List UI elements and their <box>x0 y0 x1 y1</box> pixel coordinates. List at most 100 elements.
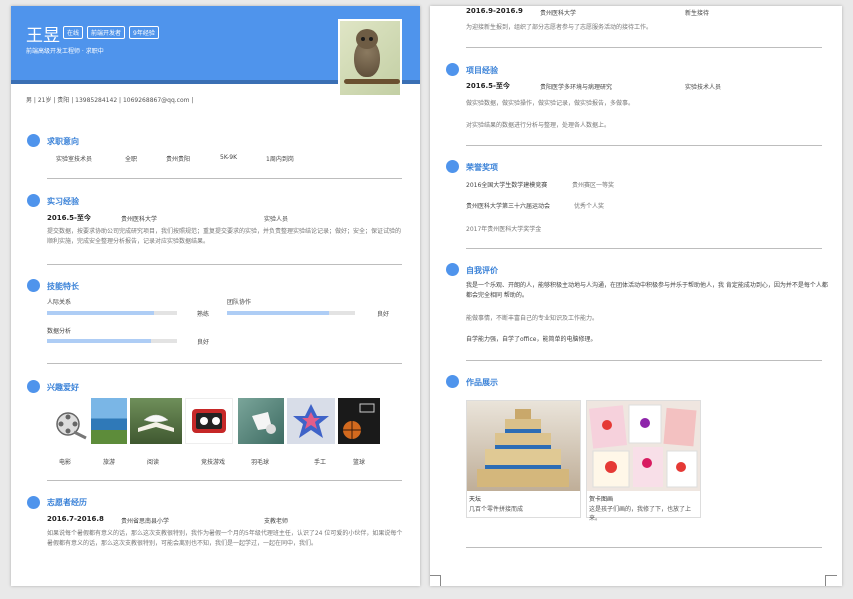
internship-org: 贵州医科大学 <box>121 216 158 223</box>
section-dot <box>27 279 40 292</box>
work-caption-desc: 几百个零件拼接而成 <box>469 506 524 513</box>
divider <box>466 248 822 249</box>
internship-period: 2016.5-至今 <box>47 214 91 222</box>
volunteer-cont-role: 新生接待 <box>685 10 710 17</box>
award-name: 贵州医科大学第三十六届运动会 <box>466 203 551 210</box>
shuttlecock-icon <box>238 398 284 444</box>
project-period: 2016.5-至今 <box>466 82 510 90</box>
skill-name: 数据分析 <box>47 328 72 335</box>
hobby-label: 竞技游戏 <box>201 459 226 466</box>
skill-level: 熟练 <box>197 311 210 318</box>
project-role: 实验技术人员 <box>685 84 722 91</box>
volunteer-desc: 如果说每个暑假都有意义的话，那么这次支教很特别，我作为暑假一个月的5年级代理班主… <box>47 530 403 547</box>
hobby-label: 手工 <box>314 459 327 466</box>
skill-bar-fill <box>47 339 151 343</box>
landscape-image <box>91 398 127 444</box>
owl-head-shape <box>356 29 378 49</box>
page-corner-mark <box>430 575 441 586</box>
work-caption-title: 天坛 <box>469 496 482 503</box>
divider <box>47 480 402 481</box>
intention-salary: 5K-9K <box>220 154 238 161</box>
temple-model-image <box>467 401 580 491</box>
volunteer-org: 贵州省思南县小学 <box>121 518 170 525</box>
branch-shape <box>344 79 400 84</box>
intention-position: 实验室技术员 <box>56 156 93 163</box>
evaluation-p1: 我是一个乐观、开朗的人，能够积极主动地与人沟通，在团体活动中积极参与并乐于帮助他… <box>466 282 828 299</box>
owl-eye-shape <box>361 37 365 41</box>
divider <box>47 178 402 179</box>
skill-name: 人际关系 <box>47 299 72 306</box>
volunteer-cont-period: 2016.9-2016.9 <box>466 7 523 15</box>
award-name: 2017年贵州医科大学奖学金 <box>466 226 542 233</box>
divider <box>466 360 822 361</box>
hobby-label: 篮球 <box>353 459 366 466</box>
divider <box>47 363 402 364</box>
intention-city: 贵州贵阳 <box>166 156 191 163</box>
skill-level: 良好 <box>197 339 210 346</box>
project-desc-2: 对实验结果的数据进行分析与整理，处理各人数据上。 <box>466 122 611 129</box>
skill-bar <box>47 339 177 343</box>
section-title-hobbies: 兴趣爱好 <box>47 383 79 392</box>
evaluation-p2: 能做事情，不断丰富自己的专业知识及工作能力。 <box>466 315 599 322</box>
work-caption-desc: 这是孩子们画的，我修了下，也放了上来。 <box>589 506 692 522</box>
film-reel-icon <box>52 398 88 444</box>
work-card[interactable]: 贺卡图画 这是孩子们画的，我修了下，也放了上来。 <box>586 400 701 522</box>
candidate-name: 王昱 <box>26 26 60 46</box>
resume-page-1: 王昱 在线 前端开发者 9年经验 前端高级开发工程师 · 求职中 男 | 21岁… <box>11 6 420 586</box>
hobby-label: 阅读 <box>147 459 160 466</box>
award-note: 贵州赛区一等奖 <box>572 182 615 189</box>
section-dot <box>27 380 40 393</box>
esports-logo-image <box>185 398 233 444</box>
skill-bar-fill <box>227 311 330 315</box>
volunteer-period: 2016.7-2016.8 <box>47 515 104 523</box>
section-title-internship: 实习经验 <box>47 197 79 206</box>
hobby-label: 羽毛球 <box>251 459 270 466</box>
tag: 在线 <box>63 26 84 39</box>
hobby-label: 电影 <box>59 459 72 466</box>
award-note: 优秀个人奖 <box>574 203 605 210</box>
skill-name: 团队协作 <box>227 299 252 306</box>
section-title-awards: 荣誉奖项 <box>466 163 498 172</box>
owl-eye-shape <box>369 37 373 41</box>
skill-level: 良好 <box>377 311 390 318</box>
section-dot <box>446 160 459 173</box>
divider <box>47 264 402 265</box>
section-title-skills: 技能特长 <box>47 282 79 291</box>
page-corner-mark <box>825 575 837 586</box>
avatar <box>338 19 402 97</box>
section-title-evaluation: 自我评价 <box>466 266 498 275</box>
volunteer-cont-org: 贵州医科大学 <box>540 10 577 17</box>
section-title-works: 作品展示 <box>466 378 498 387</box>
section-title-intention: 求职意向 <box>47 137 79 146</box>
evaluation-p3: 自学能力强，自学了office，能简单的电脑修理。 <box>466 336 597 343</box>
tag: 9年经验 <box>129 26 159 39</box>
tag-list: 在线 前端开发者 9年经验 <box>63 26 159 39</box>
work-caption-title: 贺卡图画 <box>589 496 614 503</box>
greeting-cards-image <box>587 401 700 491</box>
intention-type: 全职 <box>125 156 138 163</box>
resume-page-2: 2016.9-2016.9 贵州医科大学 新生接待 为迎接新生报到，组织了部分志… <box>430 6 842 586</box>
work-card[interactable]: 天坛 几百个零件拼接而成 <box>466 400 581 518</box>
section-dot <box>27 194 40 207</box>
internship-role: 实验人员 <box>264 216 289 223</box>
divider <box>466 145 822 146</box>
skill-bar-fill <box>47 311 154 315</box>
project-name: 贵阳医学多环境与病理研究 <box>540 84 613 91</box>
award-name: 2016全国大学生数学建模竞赛 <box>466 182 548 189</box>
section-dot <box>446 263 459 276</box>
skill-bar <box>227 311 355 315</box>
divider <box>466 547 822 548</box>
section-dot <box>446 375 459 388</box>
divider <box>466 47 822 48</box>
tag: 前端开发者 <box>87 26 126 39</box>
section-title-project: 项目经验 <box>466 66 498 75</box>
internship-desc: 提交数据，按要求协助公司完成研究项目，我们按照规范；重复提交要求的实验，并负责整… <box>47 228 402 245</box>
section-dot <box>27 496 40 509</box>
intention-start: 1周内到岗 <box>266 156 294 163</box>
section-title-volunteer: 志愿者经历 <box>47 498 87 507</box>
volunteer-role: 支教老师 <box>264 518 289 525</box>
contact-info: 男 | 21岁 | 贵阳 | 13985284142 | 1069268867@… <box>26 97 194 104</box>
hobby-label: 旅游 <box>103 459 116 466</box>
skill-bar <box>47 311 177 315</box>
reading-image <box>130 398 182 444</box>
